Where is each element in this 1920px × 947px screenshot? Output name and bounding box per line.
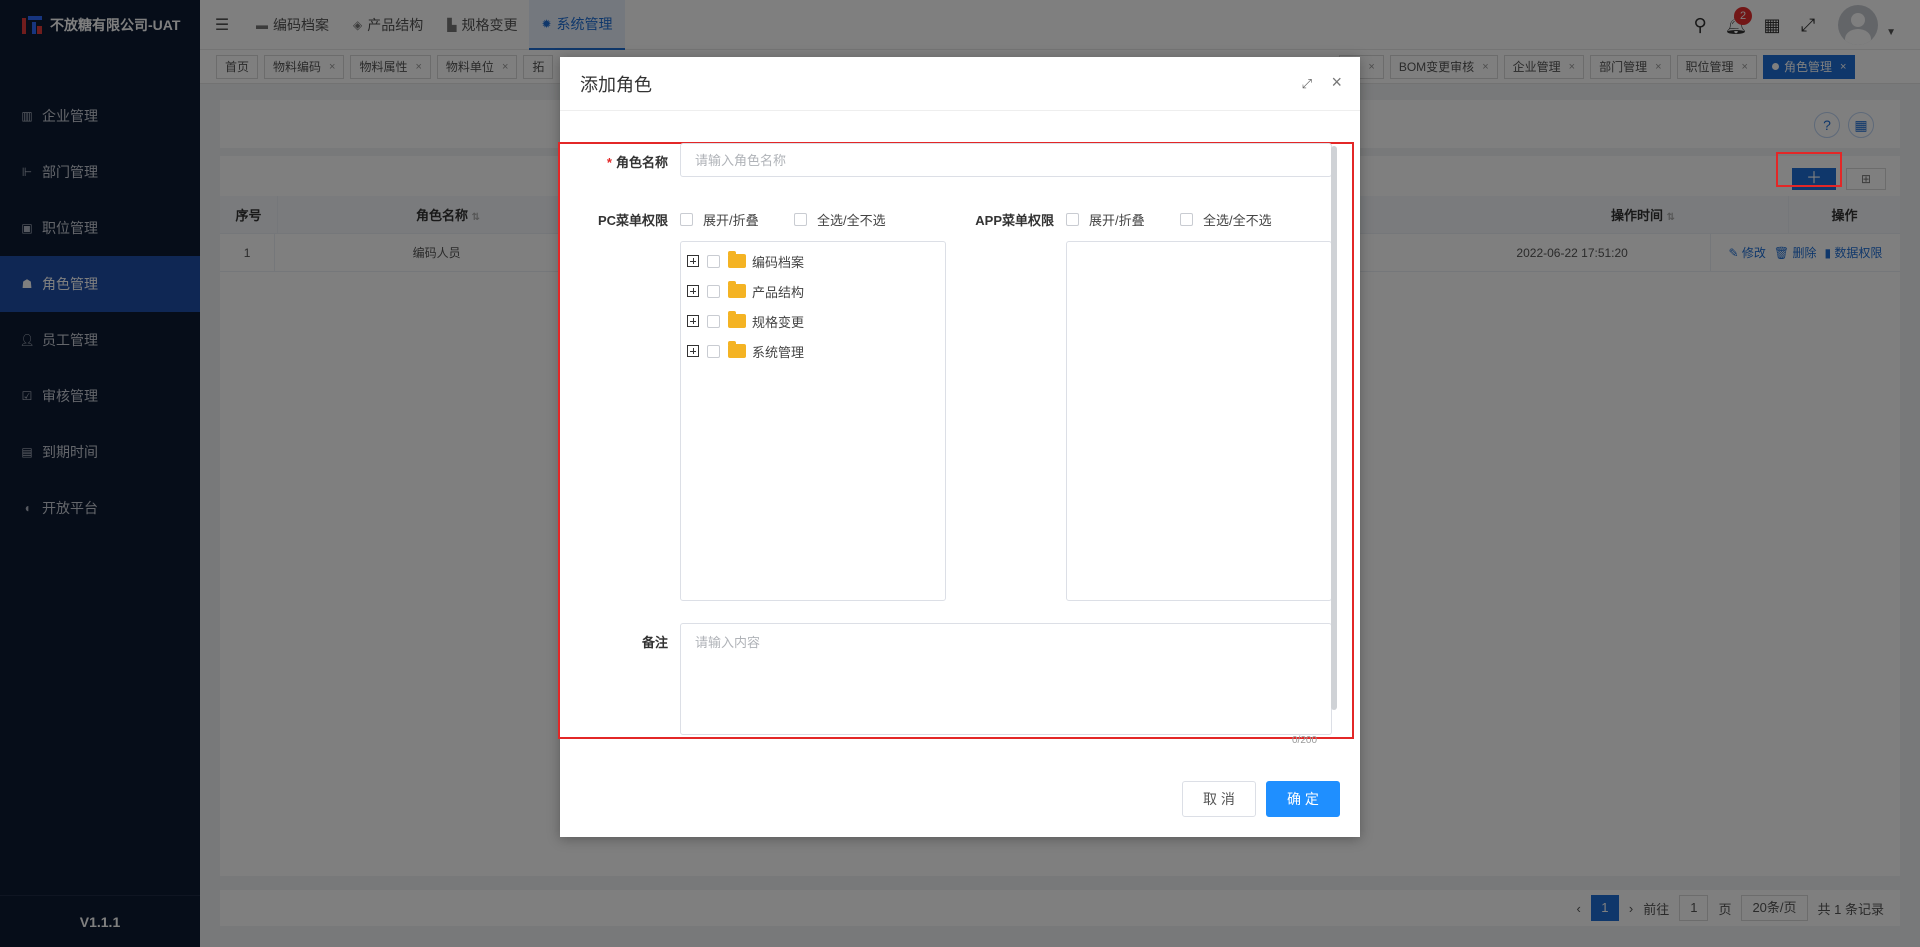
cancel-button[interactable]: 取 消: [1182, 781, 1256, 817]
pc-menu-label: PC菜单权限: [597, 213, 668, 228]
tree-node-label: 产品结构: [752, 284, 805, 300]
annotation-highlight-add: [1776, 152, 1842, 187]
dialog-title: 添加角色: [580, 74, 652, 95]
tree-node[interactable]: 规格变更: [681, 306, 945, 336]
expand-icon[interactable]: [687, 345, 699, 357]
checkbox-label: 全选/全不选: [817, 213, 886, 228]
pc-expand-collapse[interactable]: 展开/折叠: [680, 210, 759, 229]
confirm-button[interactable]: 确 定: [1266, 781, 1340, 817]
folder-icon: [728, 251, 746, 268]
folder-icon: [728, 311, 746, 328]
checkbox[interactable]: [794, 213, 807, 226]
role-name-label: * 角色名称: [580, 152, 668, 171]
label-text: 角色名称: [615, 155, 668, 170]
pc-select-all[interactable]: 全选/全不选: [794, 210, 886, 229]
expand-icon[interactable]: [687, 255, 699, 267]
checkbox-label: 展开/折叠: [703, 213, 759, 228]
char-counter: 0/200: [1292, 735, 1318, 746]
tree-node-label: 编码档案: [752, 254, 805, 270]
app-menu-tree: [1066, 241, 1332, 601]
folder-icon: [728, 341, 746, 358]
checkbox-label: 展开/折叠: [1089, 213, 1145, 228]
checkbox-label: 全选/全不选: [1203, 213, 1272, 228]
app-menu-label: APP菜单权限: [975, 213, 1054, 228]
close-icon[interactable]: ×: [1331, 72, 1342, 93]
folder-icon: [728, 281, 746, 298]
dialog-header: 添加角色 ⤢ ×: [560, 57, 1360, 111]
tree-node-label: 系统管理: [752, 344, 805, 360]
expand-icon[interactable]: [687, 315, 699, 327]
tree-node[interactable]: 产品结构: [681, 276, 945, 306]
pc-menu-tree: 编码档案 产品结构 规格变更 系统管理: [680, 241, 946, 601]
tree-node-label: 规格变更: [752, 314, 805, 330]
expand-icon[interactable]: [687, 285, 699, 297]
app-select-all[interactable]: 全选/全不选: [1180, 210, 1272, 229]
tree-node[interactable]: 系统管理: [681, 336, 945, 366]
checkbox[interactable]: [707, 314, 720, 328]
maximize-icon[interactable]: ⤢: [1302, 76, 1312, 92]
checkbox[interactable]: [1180, 213, 1193, 226]
app-expand-collapse[interactable]: 展开/折叠: [1066, 210, 1145, 229]
tree-node[interactable]: 编码档案: [681, 246, 945, 276]
remark-label: 备注: [641, 635, 668, 650]
checkbox[interactable]: [707, 254, 720, 268]
checkbox[interactable]: [680, 213, 693, 226]
role-name-input[interactable]: [680, 143, 1332, 177]
required-mark: *: [606, 155, 612, 170]
checkbox[interactable]: [707, 284, 720, 298]
dialog-scrollbar[interactable]: [1331, 146, 1337, 710]
checkbox[interactable]: [1066, 213, 1079, 226]
checkbox[interactable]: [707, 344, 720, 358]
remark-textarea[interactable]: [680, 623, 1332, 735]
